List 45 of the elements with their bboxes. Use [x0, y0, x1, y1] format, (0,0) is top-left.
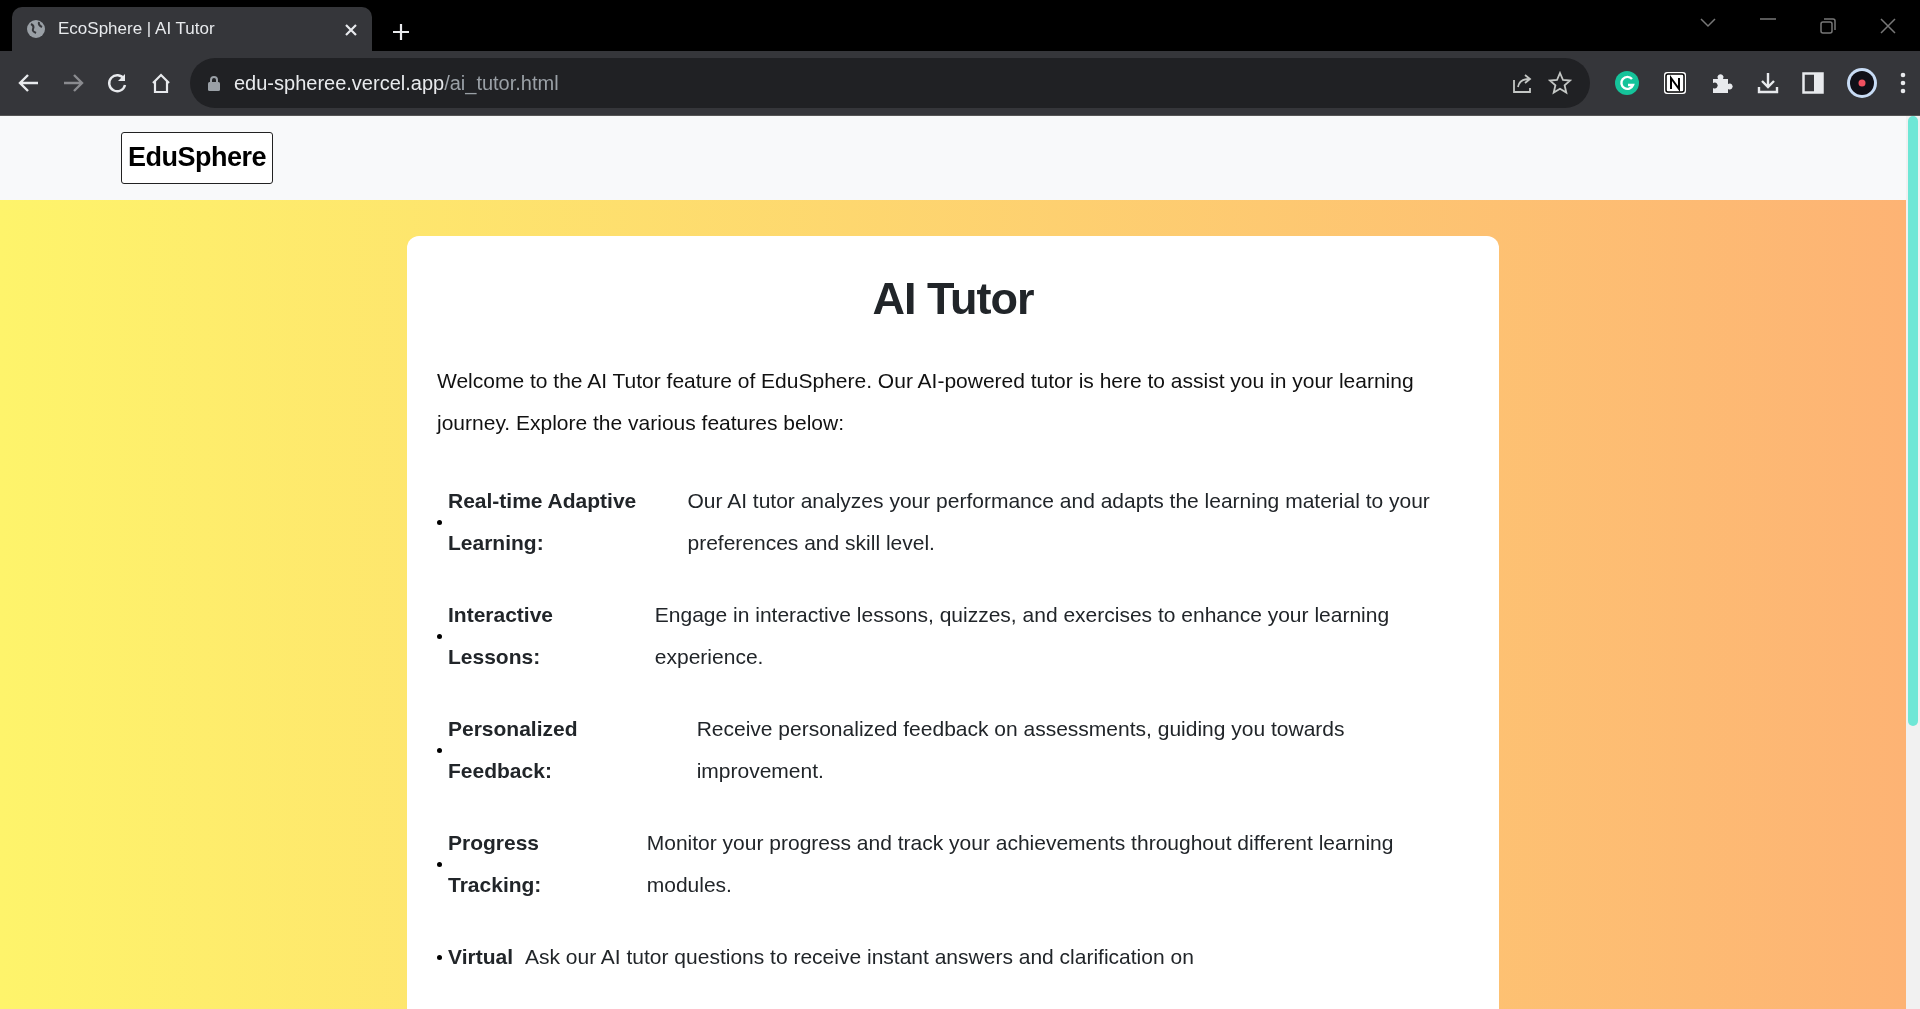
intro-paragraph: Welcome to the AI Tutor feature of EduSphere. Our AI-powered tutor is here to assist you in your learning journey. Explore the various features below:	[437, 368, 1415, 436]
tab-title: EcoSphere | AI Tutor	[58, 18, 215, 41]
bullet-icon	[437, 861, 442, 867]
home-icon	[150, 72, 172, 94]
download-icon[interactable]	[1756, 71, 1780, 95]
minimize-icon[interactable]	[1760, 17, 1776, 20]
menu-icon[interactable]	[1900, 72, 1906, 94]
side-panel-icon[interactable]	[1802, 72, 1824, 94]
feature-term: Personalized Feedback:	[448, 716, 579, 784]
bullet-icon	[437, 519, 442, 525]
feature-term: Real-time Adaptive Learning:	[448, 488, 638, 556]
plus-icon	[392, 22, 410, 41]
feature-description: Receive personalized feedback on assessments, guiding you towards improvement.	[696, 716, 1346, 784]
chevron-down-icon[interactable]	[1700, 17, 1716, 28]
star-icon[interactable]	[1548, 71, 1572, 95]
feature-term: Progress Tracking:	[448, 830, 543, 898]
bullet-icon	[437, 633, 442, 639]
globe-icon	[26, 19, 46, 39]
notebook-icon[interactable]	[1662, 70, 1688, 96]
feature-term: Virtual	[448, 944, 513, 970]
url-text: edu-spheree.vercel.app/ai_tutor.html	[234, 71, 559, 97]
scrollbar-thumb[interactable]	[1908, 116, 1918, 726]
puzzle-icon[interactable]	[1710, 71, 1734, 95]
avatar-icon[interactable]	[1846, 67, 1878, 99]
restore-icon[interactable]	[1820, 17, 1836, 34]
brand-logo[interactable]: EduSphere	[121, 132, 274, 184]
forward-arrow-icon	[62, 72, 84, 94]
scrollbar[interactable]	[1906, 116, 1920, 1009]
feature-description: Ask our AI tutor questions to receive instant answers and clarification on	[524, 944, 1195, 970]
bullet-icon	[437, 954, 442, 960]
address-bar[interactable]: edu-spheree.vercel.app/ai_tutor.html	[190, 58, 1590, 108]
feature-description: Our AI tutor analyzes your performance and adapts the learning material to your preferences and skill level.	[687, 488, 1431, 556]
feature-description: Engage in interactive lessons, quizzes, and exercises to enhance your learning experience.	[654, 602, 1391, 670]
feature-term: Interactive Lessons:	[448, 602, 555, 670]
close-icon[interactable]	[1880, 17, 1896, 34]
reload-icon	[106, 72, 128, 94]
extension-g-icon[interactable]	[1614, 70, 1640, 96]
browser-tab[interactable]: EcoSphere | AI Tutor	[12, 7, 372, 51]
share-icon[interactable]	[1512, 72, 1534, 94]
back-arrow-icon	[18, 72, 40, 94]
close-icon	[344, 23, 358, 38]
page-heading: AI Tutor	[871, 272, 1035, 326]
feature-description: Monitor your progress and track your achievements throughout different learning modules.	[646, 830, 1395, 898]
lock-icon	[208, 75, 220, 91]
bullet-icon	[437, 747, 442, 753]
